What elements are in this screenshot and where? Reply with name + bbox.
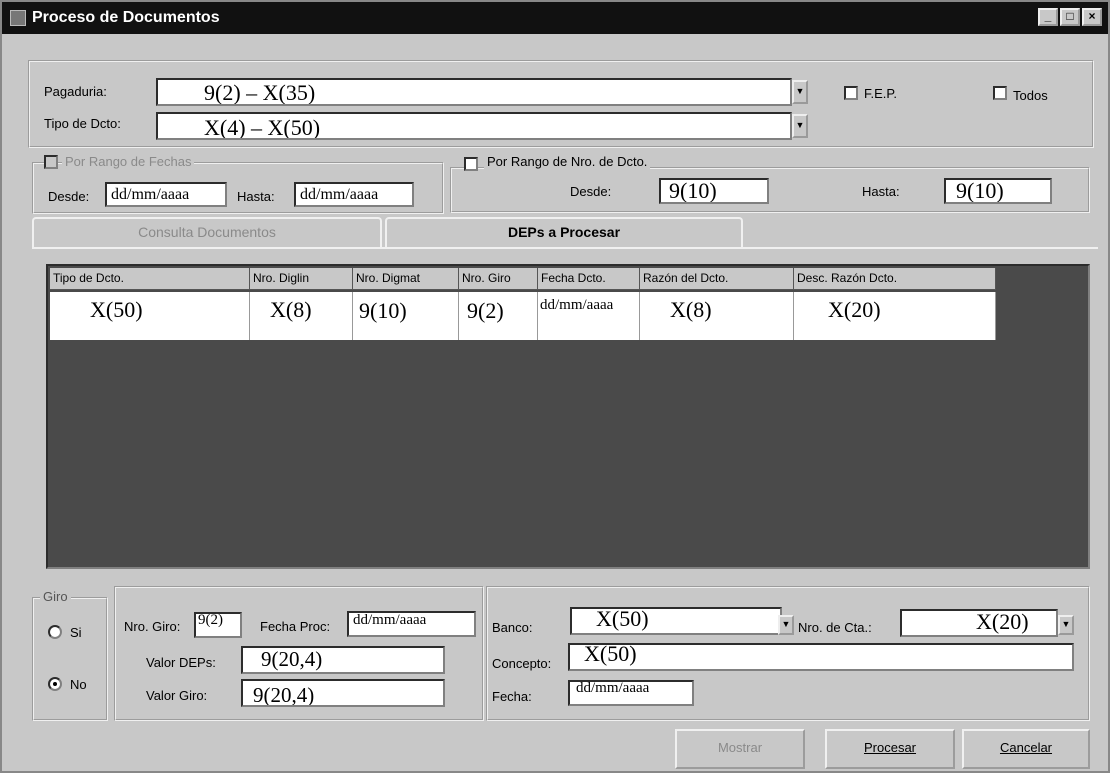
fecha-desde-label: Desde: <box>48 189 90 204</box>
table-cell[interactable]: 9(2) <box>459 292 538 340</box>
col-header[interactable]: Nro. Digmat <box>353 268 459 290</box>
table-cell[interactable]: X(8) <box>250 292 353 340</box>
giro-si-radio[interactable] <box>48 625 62 639</box>
nro-hasta-label: Hasta: <box>862 184 900 199</box>
pagaduria-select[interactable]: 9(2) – X(35) <box>156 78 792 106</box>
rango-nro-label: Por Rango de Nro. de Dcto. <box>484 154 651 169</box>
fecha-proc-label: Fecha Proc: <box>260 619 331 634</box>
fecha-input[interactable]: dd/mm/aaaa <box>568 680 694 706</box>
col-header[interactable]: Fecha Dcto. <box>538 268 640 290</box>
tipo-dcto-select[interactable]: X(4) – X(50) <box>156 112 792 140</box>
nro-cta-label: Nro. de Cta.: <box>798 620 872 635</box>
valor-deps-input[interactable]: 9(20,4) <box>241 646 445 674</box>
nro-giro-input[interactable]: 9(2) <box>194 612 242 638</box>
close-icon[interactable]: × <box>1082 8 1102 26</box>
nro-cta-dropdown-icon[interactable]: ▼ <box>1058 615 1074 635</box>
fecha-label: Fecha: <box>492 689 532 704</box>
giro-no-label: No <box>70 677 87 692</box>
nro-desde-input[interactable]: 9(10) <box>659 178 769 204</box>
tab-deps-a-procesar[interactable]: DEPs a Procesar <box>385 217 743 247</box>
giro-si-label: Si <box>70 625 82 640</box>
table-cell[interactable]: X(20) <box>794 292 996 340</box>
pagaduria-label: Pagaduria: <box>44 84 107 99</box>
deps-grid[interactable]: Tipo de Dcto. Nro. Diglin Nro. Digmat Nr… <box>46 264 1090 569</box>
col-header[interactable]: Nro. Giro <box>459 268 538 290</box>
giro-group <box>32 597 108 721</box>
valor-giro-input[interactable]: 9(20,4) <box>241 679 445 707</box>
mostrar-button[interactable]: Mostrar <box>675 729 805 769</box>
rango-fechas-label: Por Rango de Fechas <box>62 154 195 169</box>
tab-divider <box>32 247 1098 249</box>
col-header[interactable]: Tipo de Dcto. <box>50 268 250 290</box>
tab-consulta-documentos[interactable]: Consulta Documentos <box>32 217 382 247</box>
rango-fechas-checkbox[interactable] <box>44 155 58 169</box>
tipo-dcto-label: Tipo de Dcto: <box>44 116 121 131</box>
table-cell[interactable]: 9(10) <box>353 292 459 340</box>
table-cell[interactable]: X(50) <box>50 292 250 340</box>
title-bar: Proceso de Documentos _ □ × <box>2 2 1108 34</box>
fecha-desde-input[interactable]: dd/mm/aaaa <box>105 182 227 207</box>
giro-group-label: Giro <box>40 589 71 604</box>
concepto-label: Concepto: <box>492 656 552 671</box>
cancelar-button[interactable]: Cancelar <box>962 729 1090 769</box>
table-cell[interactable]: X(8) <box>640 292 794 340</box>
banco-select[interactable]: X(50) <box>570 607 782 635</box>
procesar-button[interactable]: Procesar <box>825 729 955 769</box>
main-window: Proceso de Documentos _ □ × Pagaduria: 9… <box>0 0 1110 773</box>
col-header[interactable]: Razón del Dcto. <box>640 268 794 290</box>
nro-hasta-input[interactable]: 9(10) <box>944 178 1052 204</box>
fecha-proc-input[interactable]: dd/mm/aaaa <box>347 611 476 637</box>
fep-label: F.E.P. <box>864 86 898 101</box>
window-title: Proceso de Documentos <box>32 9 220 26</box>
minimize-icon[interactable]: _ <box>1038 8 1058 26</box>
giro-no-radio[interactable] <box>48 677 62 691</box>
tipo-dcto-dropdown-icon[interactable]: ▼ <box>792 114 808 138</box>
maximize-icon[interactable]: □ <box>1060 8 1080 26</box>
fecha-hasta-label: Hasta: <box>237 189 275 204</box>
concepto-input[interactable]: X(50) <box>568 643 1074 671</box>
app-icon <box>10 10 26 26</box>
col-header[interactable]: Nro. Diglin <box>250 268 353 290</box>
rango-nro-checkbox[interactable] <box>464 157 478 171</box>
pagaduria-dropdown-icon[interactable]: ▼ <box>792 80 808 104</box>
fep-checkbox[interactable] <box>844 86 858 100</box>
banco-label: Banco: <box>492 620 533 635</box>
valor-giro-label: Valor Giro: <box>146 688 208 703</box>
todos-checkbox[interactable] <box>993 86 1007 100</box>
banco-dropdown-icon[interactable]: ▼ <box>778 615 794 635</box>
todos-label: Todos <box>1013 88 1048 103</box>
table-cell[interactable]: dd/mm/aaaa <box>538 292 640 340</box>
fecha-hasta-input[interactable]: dd/mm/aaaa <box>294 182 414 207</box>
nro-desde-label: Desde: <box>570 184 612 199</box>
col-header[interactable]: Desc. Razón Dcto. <box>794 268 996 290</box>
nro-giro-label: Nro. Giro: <box>124 619 181 634</box>
nro-cta-select[interactable]: X(20) <box>900 609 1058 637</box>
valor-deps-label: Valor DEPs: <box>146 655 216 670</box>
